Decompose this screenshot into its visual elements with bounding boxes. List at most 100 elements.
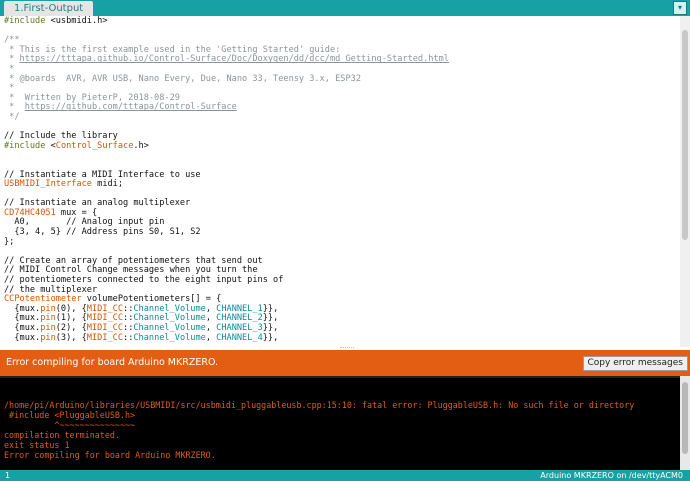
- code-token: pin: [40, 323, 56, 333]
- code-token: {3, 4, 5} // Address pins S0, S1, S2: [4, 227, 201, 238]
- console-line: compilation terminated.: [4, 430, 120, 440]
- code-token: *: [4, 102, 25, 113]
- console-scrollbar-thumb[interactable]: [682, 382, 688, 454]
- code-token: Channel_Volume: [133, 313, 206, 324]
- code-line: * https://tttapa.github.io/Control-Surfa…: [4, 55, 680, 65]
- console-line: exit status 1: [4, 440, 70, 450]
- code-token: mux = {: [55, 207, 98, 218]
- code-line: // Instantiate an analog multiplexer: [4, 198, 680, 209]
- code-line: // potentiometers connected to the eight…: [4, 275, 680, 286]
- tab-menu-dropdown-icon[interactable]: ▾: [673, 1, 687, 15]
- code-line: };: [4, 236, 680, 248]
- code-token: (1), {: [55, 313, 87, 324]
- code-token: ::: [123, 332, 134, 343]
- console-line: ^~~~~~~~~~~~~~~~: [4, 420, 136, 430]
- code-token: ::: [123, 323, 134, 333]
- console-line: /home/pi/Arduino/libraries/USBMIDI/src/u…: [4, 400, 635, 410]
- code-token: volumePotentiometers[] = {: [81, 294, 222, 305]
- code-token: * @boards AVR, AVR USB, Nano Every, Due,…: [4, 73, 361, 84]
- code-token: CD74HC4051: [4, 207, 56, 218]
- code-token: // Include the library: [4, 131, 118, 142]
- code-token: * This is the first example used in the …: [4, 44, 341, 55]
- code-link[interactable]: https://github.com/tttapa/Control-Surfac…: [25, 102, 237, 113]
- code-token: // potentiometers connected to the eight…: [4, 275, 284, 286]
- code-token: USBMIDI_Interface: [4, 179, 92, 190]
- code-token: // Instantiate an analog multiplexer: [4, 198, 191, 209]
- code-token: * Written by PieterP, 2018-08-29: [4, 92, 180, 103]
- code-link[interactable]: https://tttapa.github.io/Control-Surface…: [20, 54, 449, 65]
- code-token: ,: [205, 332, 217, 343]
- code-token: ,: [205, 303, 217, 314]
- code-line: USBMIDI_Interface midi;: [4, 179, 680, 190]
- code-line: {mux.pin(3), {MIDI_CC::Channel_Volume, C…: [4, 332, 680, 344]
- code-token: Channel_Volume: [133, 323, 206, 333]
- code-token: */: [4, 111, 20, 122]
- code-token: }},: [262, 313, 279, 324]
- code-token: }},: [262, 323, 279, 333]
- code-token: {mux.: [4, 323, 41, 333]
- code-token: MIDI_CC: [86, 313, 124, 324]
- code-token: pin: [40, 332, 56, 343]
- code-token: MIDI_CC: [86, 323, 124, 333]
- code-token: CHANNEL_2: [216, 313, 263, 324]
- code-token: {mux.: [4, 332, 41, 343]
- console-text: /home/pi/Arduino/libraries/USBMIDI/src/u…: [4, 400, 634, 460]
- code-token: (3), {: [55, 332, 87, 343]
- code-token: /**: [4, 35, 20, 46]
- output-console[interactable]: /home/pi/Arduino/libraries/USBMIDI/src/u…: [0, 376, 690, 470]
- console-line: Error compiling for board Arduino MKRZER…: [4, 450, 216, 460]
- code-token: midi;: [91, 179, 124, 190]
- code-token: CHANNEL_1: [216, 303, 263, 314]
- error-status-bar: Error compiling for board Arduino MKRZER…: [0, 350, 690, 376]
- tab-first-output[interactable]: 1.First-Output: [4, 1, 94, 16]
- code-line: {3, 4, 5} // Address pins S0, S1, S2: [4, 227, 680, 238]
- code-line: #include <Control_Surface.h>: [4, 140, 680, 152]
- tab-bar: 1.First-Output ▾: [0, 0, 690, 16]
- code-token: };: [4, 236, 15, 247]
- code-token: Control_Surface: [55, 140, 134, 151]
- code-line: #include <usbmidi.h>: [4, 16, 680, 27]
- code-token: {mux.: [4, 303, 41, 314]
- code-token: (2), {: [55, 323, 87, 333]
- code-line: */: [4, 111, 680, 123]
- code-token: A0, // Analog input pin: [4, 217, 165, 228]
- console-line: #include <PluggableUSB.h>: [4, 410, 136, 420]
- editor-scrollbar-thumb[interactable]: [682, 30, 688, 240]
- code-token: ::: [123, 303, 134, 314]
- line-number: 1: [5, 471, 11, 480]
- code-token: <usbmidi.h>: [50, 16, 108, 26]
- code-token: }},: [262, 332, 279, 343]
- code-token: {mux.: [4, 313, 41, 324]
- code-token: *: [4, 83, 15, 94]
- code-token: ,: [205, 323, 217, 333]
- code-token: CHANNEL_3: [216, 323, 263, 333]
- code-token: CHANNEL_4: [216, 332, 263, 343]
- code-token: MIDI_CC: [86, 303, 124, 314]
- code-editor[interactable]: #include <usbmidi.h> /** * This is the f…: [0, 16, 690, 350]
- code-token: (0), {: [55, 303, 87, 314]
- code-token: CCPotentiometer: [4, 294, 82, 305]
- code-token: .h>: [133, 140, 149, 151]
- code-token: *: [4, 54, 20, 65]
- code-token: // the multiplexer: [4, 284, 98, 295]
- code-text-area[interactable]: #include <usbmidi.h> /** * This is the f…: [4, 16, 680, 344]
- code-token: // Create an array of potentiometers tha…: [4, 255, 263, 266]
- code-token: ,: [205, 313, 217, 324]
- code-token: pin: [40, 303, 56, 314]
- code-token: // MIDI Control Change messages when you…: [4, 265, 258, 276]
- status-message: Error compiling for board Arduino MKRZER…: [6, 357, 219, 368]
- footer-status-bar: 1 Arduino MKRZERO on /dev/ttyACM0: [0, 470, 690, 481]
- code-token: ::: [123, 313, 134, 324]
- code-token: *: [4, 63, 15, 74]
- code-line: * https://github.com/tttapa/Control-Surf…: [4, 103, 680, 113]
- code-token: MIDI_CC: [86, 332, 124, 343]
- code-token: #include: [4, 16, 51, 26]
- copy-error-messages-button[interactable]: Copy error messages: [582, 356, 688, 371]
- code-token: }},: [262, 303, 279, 314]
- code-token: // Instantiate a MIDI Interface to use: [4, 169, 201, 180]
- code-token: #include: [4, 140, 51, 151]
- board-port-label: Arduino MKRZERO on /dev/ttyACM0: [540, 471, 683, 480]
- code-token: Channel_Volume: [133, 303, 206, 314]
